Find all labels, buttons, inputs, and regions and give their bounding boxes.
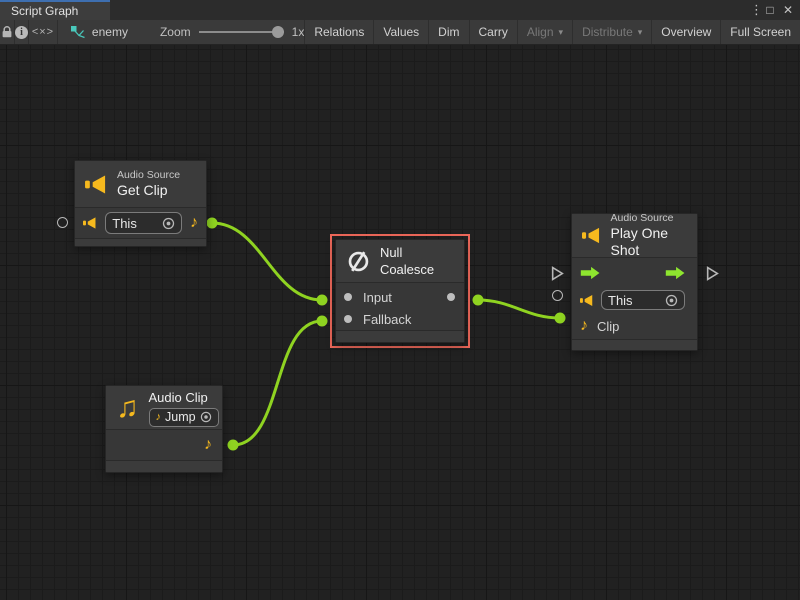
clip-note-icon: ♪ xyxy=(580,318,588,334)
variables-toggle-button[interactable]: <×> xyxy=(29,20,58,44)
carry-button[interactable]: Carry xyxy=(469,20,517,44)
graph-canvas[interactable]: Audio Source Get Clip This ♪ xyxy=(0,45,800,600)
node-title: Play One Shot xyxy=(610,225,687,259)
node-title: Audio Clip xyxy=(149,389,219,406)
node-play-one-shot[interactable]: Audio Source Play One Shot This xyxy=(571,213,698,351)
audio-source-icon xyxy=(83,216,97,230)
wire-endpoint xyxy=(207,218,218,229)
overview-button[interactable]: Overview xyxy=(651,20,720,44)
caret-down-icon: ▾ xyxy=(638,27,643,38)
wire-endpoint xyxy=(317,295,328,306)
audio-source-icon xyxy=(580,294,594,307)
null-coalesce-icon xyxy=(346,248,371,275)
control-port-triangle-icon xyxy=(551,266,564,281)
node-category: Audio Source xyxy=(117,169,180,182)
close-icon[interactable]: ✕ xyxy=(780,1,796,19)
wire-endpoint xyxy=(473,295,484,306)
note-icon: ♪ xyxy=(156,411,162,423)
graph-name: enemy xyxy=(92,25,128,39)
zoom-control: Zoom 1x xyxy=(160,20,304,44)
wire-audioclip-to-fallback xyxy=(233,321,322,445)
wire-getclip-to-input xyxy=(212,223,322,300)
control-flow-in-arrow-icon[interactable] xyxy=(580,266,604,280)
audio-source-icon xyxy=(85,174,108,195)
input-port[interactable] xyxy=(344,293,352,301)
fallback-port[interactable] xyxy=(344,315,352,323)
target-picker-icon[interactable] xyxy=(665,294,678,307)
target-picker-icon[interactable] xyxy=(162,217,175,230)
graph-breadcrumb[interactable]: enemy xyxy=(70,20,128,44)
toolbar-buttons: Relations Values Dim Carry Align ▾ Distr… xyxy=(304,20,800,44)
values-button[interactable]: Values xyxy=(373,20,428,44)
inspect-button[interactable]: i xyxy=(15,20,29,44)
zoom-label: Zoom xyxy=(160,25,191,39)
tab-title: Script Graph xyxy=(11,4,78,18)
zoom-slider[interactable] xyxy=(199,26,284,38)
control-port-triangle-icon xyxy=(706,266,719,281)
node-null-coalesce[interactable]: Null Coalesce Input Fallback xyxy=(335,239,465,343)
playoneshot-target-chip[interactable]: This xyxy=(601,290,685,310)
audio-clip-icon: ♫ xyxy=(116,393,139,423)
wire-endpoint xyxy=(555,313,566,324)
relations-button[interactable]: Relations xyxy=(304,20,373,44)
zoom-slider-track[interactable] xyxy=(199,31,284,33)
zoom-slider-handle[interactable] xyxy=(272,26,284,38)
maximize-icon[interactable]: □ xyxy=(762,1,778,19)
angle-brackets-icon: <×> xyxy=(32,26,54,38)
wire-endpoint xyxy=(228,440,239,451)
script-graph-window: Script Graph ⋮ □ ✕ i <×> enemy xyxy=(0,0,800,600)
getclip-target-chip[interactable]: This xyxy=(105,212,182,234)
node-audio-clip-variable[interactable]: ♫ Audio Clip ♪ Jump ♪ xyxy=(105,385,223,473)
target-picker-icon[interactable] xyxy=(200,411,212,423)
playoneshot-control-input-port[interactable] xyxy=(551,266,564,284)
graph-toolbar: i <×> enemy Zoom 1x Relations Values Dim… xyxy=(0,20,800,45)
lock-icon xyxy=(0,25,14,39)
audio-source-icon xyxy=(582,225,601,246)
wire-output-to-clip xyxy=(478,300,560,318)
graph-icon xyxy=(70,25,86,39)
result-output-port[interactable] xyxy=(447,293,455,301)
tab-script-graph[interactable]: Script Graph xyxy=(0,0,110,20)
align-dropdown-button[interactable]: Align ▾ xyxy=(517,20,572,44)
wire-endpoint xyxy=(317,316,328,327)
selection-outline: Null Coalesce Input Fallback xyxy=(330,234,470,348)
info-icon: i xyxy=(15,26,28,39)
distribute-dropdown-button[interactable]: Distribute ▾ xyxy=(572,20,651,44)
zoom-value: 1x xyxy=(292,25,305,39)
window-controls: ⋮ □ ✕ xyxy=(750,0,796,20)
caret-down-icon: ▾ xyxy=(559,27,564,38)
playoneshot-target-input-port[interactable] xyxy=(552,290,563,301)
dim-button[interactable]: Dim xyxy=(428,20,468,44)
control-flow-out-arrow-icon[interactable] xyxy=(665,266,689,280)
node-get-clip[interactable]: Audio Source Get Clip This ♪ xyxy=(74,160,207,247)
node-category: Audio Source xyxy=(610,212,687,225)
window-menu-icon[interactable]: ⋮ xyxy=(750,1,760,19)
node-title: Get Clip xyxy=(117,182,180,199)
playoneshot-control-output-port[interactable] xyxy=(706,266,719,284)
audio-clip-note-icon[interactable]: ♪ xyxy=(190,215,198,231)
variable-chip[interactable]: ♪ Jump xyxy=(149,408,219,427)
audio-clip-note-icon[interactable]: ♪ xyxy=(204,437,212,453)
node-title: Null Coalesce xyxy=(380,244,454,278)
lock-button[interactable] xyxy=(0,20,15,44)
tab-bar: Script Graph ⋮ □ ✕ xyxy=(0,0,800,20)
getclip-target-input-port[interactable] xyxy=(57,217,68,228)
fullscreen-button[interactable]: Full Screen xyxy=(720,20,800,44)
